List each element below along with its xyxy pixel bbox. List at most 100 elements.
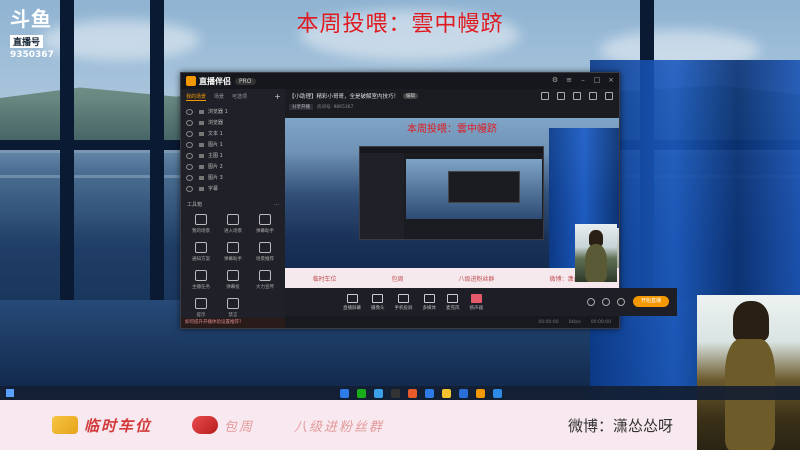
taskbar-app-icon[interactable] xyxy=(493,389,502,398)
eye-icon[interactable] xyxy=(186,108,193,115)
tool-label: 场景推荐 xyxy=(256,257,274,262)
room-subbar: 分享开播 房间号: 9865367 xyxy=(285,103,619,111)
taskbar-app-icon[interactable] xyxy=(357,389,366,398)
control-label: 多媒体 xyxy=(422,305,437,311)
minimize-icon[interactable]: – xyxy=(579,76,587,84)
footer-tip[interactable]: 如何提升开播体验设置推荐？ xyxy=(181,318,289,328)
close-icon[interactable]: × xyxy=(607,76,615,84)
tool-button[interactable]: 场景推荐 xyxy=(249,242,281,262)
windows-start-icon[interactable] xyxy=(6,389,14,397)
source-item[interactable]: 主图 1 xyxy=(181,150,285,161)
record-icon[interactable] xyxy=(587,298,595,306)
source-item[interactable]: 浏览器 1 xyxy=(181,106,285,117)
preview-banner: 本周投喂：雲中幔跻 xyxy=(407,124,497,135)
go-live-button[interactable]: 开始直播 xyxy=(633,296,669,307)
share-live-button[interactable]: 分享开播 xyxy=(289,104,313,110)
taskbar-app-icon[interactable] xyxy=(442,389,451,398)
source-item[interactable]: 图片 1 xyxy=(181,139,285,150)
settings-icon[interactable]: ⚙ xyxy=(551,76,559,84)
tool-button[interactable]: 我的场景 xyxy=(185,214,217,234)
app-version-badge: PRO xyxy=(235,77,256,85)
tab-my-scene[interactable]: 我的场景 xyxy=(186,93,207,101)
gear-icon[interactable] xyxy=(617,298,625,306)
tool-button[interactable]: 进入场景 xyxy=(217,214,249,234)
gift-icon[interactable] xyxy=(541,92,549,100)
mic-button[interactable]: 麦克风 xyxy=(446,293,460,311)
eye-icon[interactable] xyxy=(186,174,193,181)
shop-icon[interactable] xyxy=(557,92,565,100)
status-bar: 00:00:00 0kb/s 00:00:00 xyxy=(285,316,619,328)
tool-label: 通知方案 xyxy=(192,257,210,262)
tool-button[interactable]: 提示 xyxy=(185,298,217,318)
source-item[interactable]: 图片 3 xyxy=(181,172,285,183)
source-label: 主图 1 xyxy=(208,153,223,159)
tool-icon xyxy=(227,270,239,281)
eye-icon[interactable] xyxy=(602,298,610,306)
tab-options[interactable]: 可选项 xyxy=(232,93,247,101)
eye-icon[interactable] xyxy=(186,130,193,137)
eye-icon[interactable] xyxy=(186,152,193,159)
tool-button[interactable]: 通知方案 xyxy=(185,242,217,262)
source-item[interactable]: 图片 2 xyxy=(181,161,285,172)
tool-icon xyxy=(195,214,207,225)
edit-chip[interactable]: 编辑 xyxy=(403,93,419,99)
os-taskbar xyxy=(0,386,800,400)
source-icon xyxy=(199,142,204,147)
taskbar-app-icon[interactable] xyxy=(476,389,485,398)
share-icon[interactable] xyxy=(605,92,613,100)
recursive-preview-window xyxy=(359,146,544,240)
room-number: 9350367 xyxy=(10,50,54,60)
record-icon[interactable] xyxy=(573,92,581,100)
tool-button[interactable]: 弹幕助手 xyxy=(217,242,249,262)
add-source-icon[interactable]: + xyxy=(274,92,281,101)
source-item[interactable]: 文本 1 xyxy=(181,128,285,139)
source-icon xyxy=(199,164,204,169)
tool-icon xyxy=(195,298,207,309)
tool-button[interactable]: 禁言 xyxy=(217,298,249,318)
more-icon[interactable]: … xyxy=(274,201,279,208)
tool-button[interactable]: 大力宣传 xyxy=(249,270,281,290)
tab-scene[interactable]: 场景 xyxy=(214,93,224,101)
overlay-strip: 临时车位 包周 八级进粉丝群 微博：潇怂怂呀 xyxy=(0,400,697,450)
control-label: 摄像头 xyxy=(371,305,385,311)
screen-button[interactable]: 直播屏幕 xyxy=(343,293,361,311)
camera-button[interactable]: 摄像头 xyxy=(371,293,385,311)
source-icon xyxy=(199,153,204,158)
tool-icon xyxy=(227,214,239,225)
room-header: 【小助理】精彩小哥哥，全是破解室内技巧！ 编辑 xyxy=(285,89,619,103)
taskbar-app-icon[interactable] xyxy=(340,389,349,398)
source-list: 浏览器 1 浏览器 文本 1 图片 1 主图 1 图片 2 图片 3 字幕 xyxy=(181,106,285,194)
toolbox-grid: 我的场景 进入场景 弹幕助手 通知方案 弹幕助手 场景推荐 主播任务 弹幕投 大… xyxy=(181,212,285,320)
source-icon xyxy=(199,131,204,136)
eye-icon[interactable] xyxy=(186,185,193,192)
media-button[interactable]: 多媒体 xyxy=(422,293,437,311)
eye-icon[interactable] xyxy=(186,163,193,170)
eye-icon[interactable] xyxy=(186,119,193,126)
eye-icon[interactable] xyxy=(186,141,193,148)
speaker-button[interactable]: 扬声器 xyxy=(470,293,483,311)
source-icon xyxy=(199,186,204,191)
status-duration: 00:00:00 xyxy=(590,319,611,325)
taskbar-app-icon[interactable] xyxy=(425,389,434,398)
taskbar-app-icon[interactable] xyxy=(374,389,383,398)
taskbar-app-icon[interactable] xyxy=(391,389,400,398)
taskbar-app-icon[interactable] xyxy=(459,389,468,398)
phone-cast-button[interactable]: 手机投屏 xyxy=(395,293,413,311)
screen-icon xyxy=(346,293,358,303)
tool-button[interactable]: 弹幕投 xyxy=(217,270,249,290)
room-title[interactable]: 【小助理】精彩小哥哥，全是破解室内技巧！ xyxy=(289,92,399,100)
source-icon xyxy=(199,175,204,180)
tool-button[interactable]: 弹幕助手 xyxy=(249,214,281,234)
strip-item-weekly: 包周 xyxy=(224,419,255,435)
taskbar-app-icon[interactable] xyxy=(408,389,417,398)
source-item[interactable]: 字幕 xyxy=(181,183,285,194)
source-item[interactable]: 浏览器 xyxy=(181,117,285,128)
webcam-small xyxy=(575,224,617,282)
tool-button[interactable]: 主播任务 xyxy=(185,270,217,290)
tool-icon xyxy=(259,270,271,281)
tool-label: 进入场景 xyxy=(224,229,242,234)
bell-icon[interactable] xyxy=(589,92,597,100)
preview-canvas[interactable]: 本周投喂：雲中幔跻 临时车位 包周 八级进粉丝群 微博：潇怂怂呀 xyxy=(285,118,619,288)
menu-icon[interactable]: ≡ xyxy=(565,76,573,84)
maximize-icon[interactable]: □ xyxy=(593,76,601,84)
